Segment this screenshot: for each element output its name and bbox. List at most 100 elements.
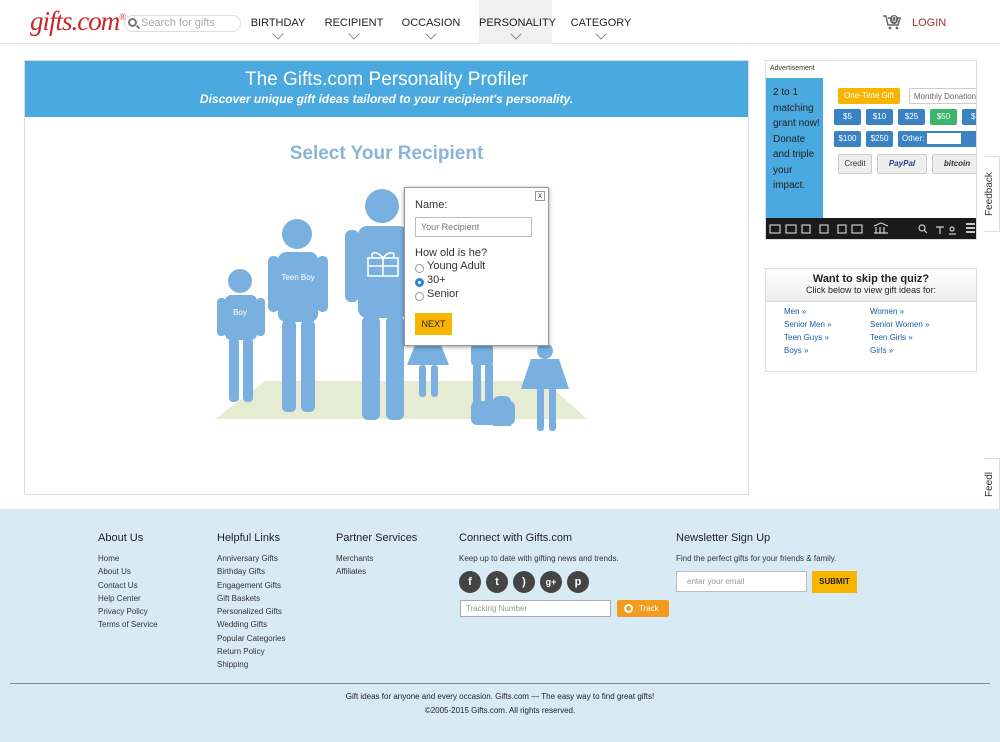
monthly-donation-button[interactable]: Monthly Donation: [909, 88, 976, 104]
nav-birthday-label: BIRTHDAY: [250, 17, 306, 29]
feedback-tab-secondary[interactable]: Feedl: [984, 458, 1000, 510]
age-question: How old is he?: [415, 247, 488, 259]
footer-link[interactable]: Privacy Policy: [98, 605, 158, 618]
footer-divider: [10, 683, 990, 684]
rss-icon[interactable]: ): [513, 571, 535, 593]
footer-copyright: ©2005-2015 Gifts.com. All rights reserve…: [424, 706, 576, 715]
link-teen-girls[interactable]: Teen Girls »: [870, 333, 913, 342]
footer-link[interactable]: Merchants: [336, 552, 373, 565]
feedback-tab-secondary-label: Feedl: [984, 471, 995, 497]
newsletter-email-input[interactable]: enter your email: [676, 571, 807, 592]
next-button[interactable]: NEXT: [415, 313, 452, 335]
chevron-down-icon: [272, 28, 284, 40]
footer-link[interactable]: Contact Us: [98, 579, 158, 592]
radio-senior[interactable]: [415, 292, 424, 301]
link-women[interactable]: Women »: [870, 307, 904, 316]
link-senior-women[interactable]: Senior Women »: [870, 320, 929, 329]
radio-30-plus[interactable]: [415, 278, 424, 287]
figure-teen-girl[interactable]: [471, 345, 493, 413]
newsletter-heading: Newsletter Sign Up: [676, 532, 771, 544]
link-girls[interactable]: Girls »: [870, 346, 893, 355]
close-icon[interactable]: x: [535, 191, 545, 201]
partner-links: Merchants Affiliates: [336, 552, 373, 579]
footer-link[interactable]: About Us: [98, 565, 158, 578]
footer-link[interactable]: Affiliates: [336, 565, 373, 578]
footer-link[interactable]: Home: [98, 552, 158, 565]
pinterest-icon[interactable]: p: [567, 571, 589, 593]
footer-link[interactable]: Return Policy: [217, 645, 285, 658]
footer-link[interactable]: Personalized Gifts: [217, 605, 285, 618]
profiler-panel: The Gifts.com Personality Profiler Disco…: [24, 60, 749, 495]
login-link[interactable]: LOGIN: [912, 17, 946, 29]
advertisement: Advertisement 2 to 1 matching grant now!…: [765, 60, 977, 240]
skip-quiz-subtitle: Click below to view gift ideas for:: [805, 285, 937, 295]
footer-link[interactable]: Wedding Gifts: [217, 618, 285, 631]
ad-toolbar: [766, 218, 976, 239]
feedback-tab[interactable]: Feedback: [984, 156, 1000, 232]
footer-link[interactable]: Popular Categories: [217, 632, 285, 645]
nav-recipient[interactable]: RECIPIENT: [322, 0, 386, 44]
paypal-button[interactable]: PayPal: [877, 154, 927, 174]
figure-woman-child[interactable]: [521, 345, 569, 431]
ad-toolbar-icons: [769, 222, 975, 235]
track-button[interactable]: Track: [617, 600, 669, 617]
nav-occasion[interactable]: OCCASION: [398, 0, 464, 44]
chevron-down-icon: [348, 28, 360, 40]
facebook-icon[interactable]: f: [459, 571, 481, 593]
about-heading: About Us: [98, 532, 144, 544]
nav-category[interactable]: CATEGORY: [568, 0, 634, 44]
track-button-label: Track: [639, 604, 659, 613]
google-plus-icon[interactable]: g+: [540, 571, 562, 593]
figure-girl[interactable]: [407, 345, 449, 397]
figure-boy[interactable]: [217, 269, 265, 402]
footer-link[interactable]: Terms of Service: [98, 618, 158, 631]
figure-boy-label: Boy: [233, 308, 247, 317]
radio-young-adult-label[interactable]: Young Adult: [427, 260, 485, 272]
amount-10-button[interactable]: $10: [866, 109, 893, 125]
chevron-down-icon: [509, 28, 522, 40]
newsletter-text: Find the perfect gifts for your friends …: [676, 554, 837, 563]
logo-text[interactable]: gifts.com: [30, 6, 120, 36]
radio-young-adult[interactable]: [415, 264, 424, 273]
link-men[interactable]: Men »: [784, 307, 806, 316]
twitter-icon[interactable]: t: [486, 571, 508, 593]
radio-30-plus-label[interactable]: 30+: [427, 274, 446, 286]
amount-250-button[interactable]: $250: [866, 131, 893, 147]
connect-text: Keep up to date with gifting news and tr…: [459, 554, 619, 563]
link-teen-guys[interactable]: Teen Guys »: [784, 333, 829, 342]
footer-link[interactable]: Anniversary Gifts: [217, 552, 285, 565]
credit-button[interactable]: Credit: [838, 154, 872, 174]
newsletter-submit-button[interactable]: SUBMIT: [812, 571, 857, 593]
amount-50-button[interactable]: $50: [930, 109, 957, 125]
one-time-gift-button[interactable]: One-Time Gift: [838, 88, 900, 104]
bitcoin-button[interactable]: bitcoin: [932, 154, 976, 174]
gifts-logo[interactable]: gifts.com®: [30, 6, 126, 37]
profiler-banner: The Gifts.com Personality Profiler Disco…: [25, 61, 748, 117]
amount-25-button[interactable]: $25: [898, 109, 925, 125]
nav-personality[interactable]: PERSONALITY: [479, 0, 556, 44]
tracking-number-input[interactable]: Tracking Number: [460, 600, 611, 617]
cart-button[interactable]: 0: [882, 14, 902, 33]
amount-75-button[interactable]: $7: [962, 109, 976, 125]
select-recipient-title: Select Your Recipient: [289, 143, 484, 164]
chevron-down-icon: [425, 28, 437, 40]
helpful-heading: Helpful Links: [217, 532, 280, 544]
amount-5-button[interactable]: $5: [834, 109, 861, 125]
helpful-links: Anniversary Gifts Birthday Gifts Engagem…: [217, 552, 285, 672]
link-senior-men[interactable]: Senior Men »: [784, 320, 832, 329]
nav-birthday[interactable]: BIRTHDAY: [246, 0, 310, 44]
footer-link[interactable]: Shipping: [217, 658, 285, 671]
footer-link[interactable]: Engagement Gifts: [217, 579, 285, 592]
search-input[interactable]: Search for gifts: [124, 15, 241, 32]
other-amount-input[interactable]: [927, 133, 962, 145]
nav-recipient-label: RECIPIENT: [324, 17, 384, 29]
footer-link[interactable]: Gift Baskets: [217, 592, 285, 605]
other-amount-field[interactable]: Other:: [898, 131, 976, 147]
recipient-name-input[interactable]: [415, 217, 532, 237]
footer-link[interactable]: Help Center: [98, 592, 158, 605]
radio-senior-label[interactable]: Senior: [427, 288, 459, 300]
chevron-down-icon: [595, 28, 607, 40]
link-boys[interactable]: Boys »: [784, 346, 808, 355]
amount-100-button[interactable]: $100: [834, 131, 861, 147]
footer-link[interactable]: Birthday Gifts: [217, 565, 285, 578]
